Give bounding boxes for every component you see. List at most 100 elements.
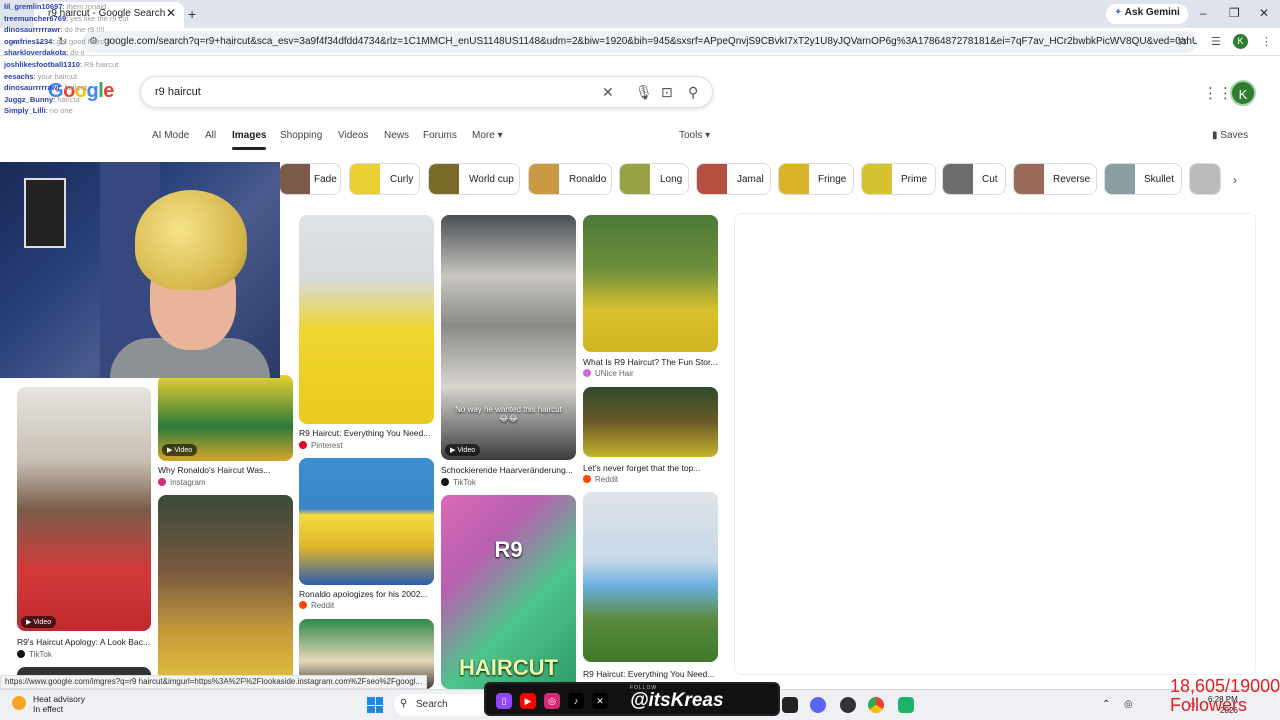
browser-menu-icon[interactable]: ⋮ (1261, 35, 1272, 48)
result-image[interactable]: No way he wanted this haircut😂😂 (441, 215, 576, 460)
result-source[interactable]: Instagram (158, 478, 206, 487)
close-window-icon[interactable]: ✕ (1259, 6, 1269, 20)
tab-videos[interactable]: Videos (338, 130, 368, 141)
result-source-label: UNice Hair (595, 369, 634, 378)
unice-icon (583, 369, 591, 377)
chat-message: eesachs: your haircut (4, 71, 77, 81)
chip-partial[interactable] (1189, 163, 1221, 195)
chat-text: no one (49, 106, 73, 116)
chip-skullet[interactable]: Skullet (1104, 163, 1182, 195)
result-source-label: Pinterest (311, 441, 343, 450)
microphone-icon[interactable]: 🎙 (635, 84, 653, 101)
chat-text: haircut (57, 94, 80, 104)
twitch-icon: ▯ (496, 693, 512, 709)
weather-widget[interactable]: Heat advisory In effect (12, 694, 85, 714)
result-caption[interactable]: R9 Haircut: Everything You Need... (583, 669, 714, 679)
result-source[interactable]: UNice Hair (583, 369, 634, 378)
chip-world-cup[interactable]: World cup (428, 163, 520, 195)
thumbnail-text: R9 (494, 537, 523, 562)
result-source[interactable]: Pinterest (299, 441, 343, 450)
address-bar[interactable]: ⚙ google.com/search?q=r9+haircut&sca_esv… (82, 31, 1197, 53)
chat-username: ogmfries1234 (4, 36, 53, 46)
minimize-icon[interactable]: – (1200, 6, 1207, 20)
result-image[interactable] (158, 495, 293, 689)
windows-start-icon[interactable] (367, 697, 383, 713)
chip-cut[interactable]: Cut (942, 163, 1006, 195)
result-source-label: TikTok (29, 650, 52, 659)
chat-username: lil_gremlin10697 (4, 2, 63, 11)
taskbar-search[interactable]: ⚲ Search (394, 694, 494, 716)
chip-thumbnail (779, 164, 809, 194)
image-preview-panel (734, 213, 1256, 675)
result-caption[interactable]: R9 Haircut: Everything You Need... (299, 428, 430, 438)
chip-fringe[interactable]: Fringe (778, 163, 854, 195)
tab-news[interactable]: News (384, 130, 409, 141)
tools-label: Tools (679, 130, 703, 141)
chrome-icon[interactable] (868, 697, 884, 713)
result-source[interactable]: Reddit (583, 475, 618, 484)
result-image[interactable] (583, 387, 718, 457)
tab-forums[interactable]: Forums (423, 130, 457, 141)
caret-down-icon: ▾ (497, 130, 503, 141)
result-caption[interactable]: R9's Haircut Apology: A Look Bac... (17, 637, 150, 647)
result-image[interactable] (17, 387, 151, 631)
chip-reverse[interactable]: Reverse (1013, 163, 1097, 195)
result-source[interactable]: Reddit (299, 601, 334, 610)
discord-icon[interactable] (810, 697, 826, 713)
google-apps-icon[interactable]: ⋮⋮ (1203, 84, 1233, 102)
chip-thumbnail (862, 164, 892, 194)
chip-fade[interactable]: Fade (279, 163, 341, 195)
tab-shopping[interactable]: Shopping (280, 130, 322, 141)
search-icon: ⚲ (400, 698, 408, 709)
chip-label: Reverse (1053, 174, 1091, 185)
weather-alert-icon (12, 696, 26, 710)
app-4k-icon[interactable] (782, 697, 798, 713)
chat-message: joshlikesfootball1310: R9 haircut (4, 59, 119, 69)
search-icon[interactable]: ⚲ (688, 84, 698, 101)
profile-avatar-small[interactable]: K (1233, 34, 1248, 49)
link-status-bar: https://www.google.com/imgres?q=r9 hairc… (0, 675, 428, 689)
chip-long[interactable]: Long (619, 163, 689, 195)
result-image[interactable] (299, 215, 434, 424)
tab-more[interactable]: More ▾ (472, 130, 503, 141)
result-caption[interactable]: Let's never forget that the top... (583, 463, 700, 473)
result-caption[interactable]: Ronaldo apologizes for his 2002... (299, 589, 428, 599)
lens-icon[interactable]: ⊡ (661, 84, 673, 101)
tab-search-icon[interactable]: ☰ (1211, 35, 1221, 48)
webcam-background-poster (24, 178, 66, 248)
ask-gemini-label: Ask Gemini (1124, 7, 1180, 18)
chevron-right-icon[interactable]: › (1233, 173, 1237, 187)
chip-ronaldo[interactable]: Ronaldo (528, 163, 612, 195)
chip-curly[interactable]: Curly (349, 163, 420, 195)
tools-button[interactable]: Tools ▾ (679, 130, 710, 141)
result-source[interactable]: TikTok (17, 650, 52, 659)
result-caption[interactable]: Why Ronaldo's Haircut Was... (158, 465, 270, 475)
chip-thumbnail (1190, 164, 1220, 194)
result-caption[interactable]: What Is R9 Haircut? The Fun Stor... (583, 357, 717, 367)
result-caption[interactable]: Schockierende Haarveränderung... (441, 465, 573, 475)
chip-label: Curly (390, 174, 414, 185)
result-source-label: Reddit (595, 475, 619, 484)
clear-search-icon[interactable]: ✕ (602, 84, 614, 101)
video-badge: ▶ Video (445, 444, 481, 456)
bookmark-star-icon[interactable]: ☆ (1177, 34, 1188, 48)
chip-prime[interactable]: Prime (861, 163, 936, 195)
obs-icon[interactable] (840, 697, 856, 713)
chip-thumbnail (1014, 164, 1044, 194)
saves-button[interactable]: ▮ Saves (1212, 130, 1248, 141)
result-source[interactable]: TikTok (441, 478, 476, 487)
followers-goal-overlay: 18,605/19000 Followers (1170, 677, 1280, 715)
result-image[interactable] (583, 215, 718, 352)
result-image[interactable]: R9 HAIRCUT (441, 495, 576, 689)
ask-gemini-button[interactable]: ✦ Ask Gemini (1106, 4, 1188, 24)
video-overlay-text: No way he wanted this haircut😂😂 (455, 405, 562, 423)
account-avatar[interactable]: K (1230, 80, 1256, 106)
maximize-icon[interactable]: ❐ (1229, 6, 1240, 20)
result-image[interactable] (299, 458, 434, 585)
app-green-icon[interactable] (898, 697, 914, 713)
tray-app-icon[interactable]: ◎ (1124, 699, 1133, 710)
chip-jamal[interactable]: Jamal (696, 163, 771, 195)
result-image[interactable] (583, 492, 718, 662)
tray-expand-icon[interactable]: ⌃ (1102, 699, 1110, 710)
address-url: google.com/search?q=r9+haircut&sca_esv=3… (104, 36, 1197, 47)
